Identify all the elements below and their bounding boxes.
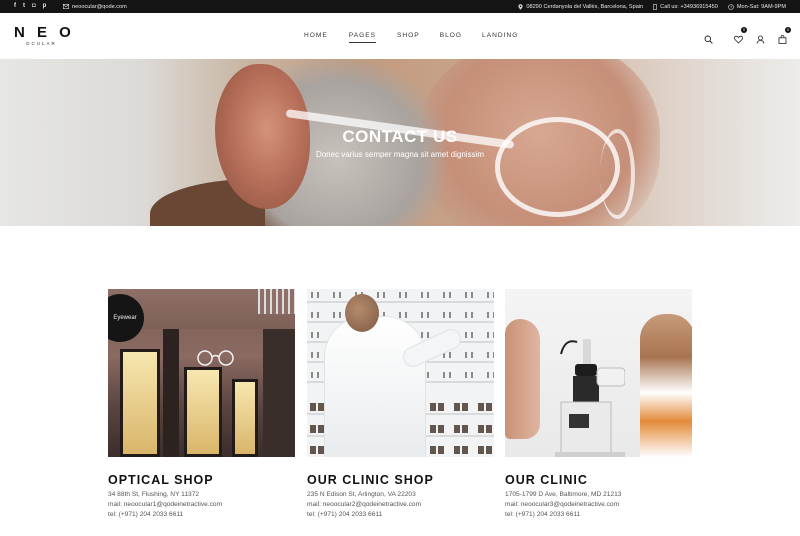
topbar-phone-text: Call us: +34936915450 (660, 3, 718, 10)
optical-shop-image: Eyewear (108, 289, 295, 457)
site-header: N E O OCULAR HOME PAGES SHOP BLOG LANDIN… (0, 13, 800, 59)
page-title: CONTACT US (342, 127, 458, 146)
cart-count-badge: 0 (785, 27, 791, 33)
location-tel[interactable]: tel: (+971) 204 2033 6611 (307, 510, 494, 520)
top-bar: f t ◘ p neoocular@qode.com 08290 Cerdany… (0, 0, 800, 13)
search-icon (704, 35, 713, 44)
main-nav: HOME PAGES SHOP BLOG LANDING (304, 32, 518, 43)
optician-figure (325, 317, 425, 457)
logo-subtext: OCULAR (26, 41, 57, 46)
logo[interactable]: N E O OCULAR (14, 25, 75, 46)
location-tel[interactable]: tel: (+971) 204 2033 6611 (108, 510, 295, 520)
topbar-hours-text: Mon-Sat: 9AM-9PM (736, 3, 786, 10)
shopping-bag-icon (778, 35, 787, 44)
mail-icon (63, 4, 69, 9)
logo-text: N E O (14, 24, 75, 41)
shop-pillar (263, 329, 295, 457)
patient-figure (505, 319, 540, 439)
shop-window (120, 349, 160, 457)
header-icons: 0 0 (704, 27, 791, 44)
nav-shop[interactable]: SHOP (397, 32, 420, 39)
clinic-image (505, 289, 692, 457)
topbar-hours: Mon-Sat: 9AM-9PM (728, 4, 786, 10)
facebook-icon[interactable]: f (14, 0, 16, 13)
eye-exam-machine (555, 339, 625, 457)
location-mail[interactable]: mail: neoocular3@qodeinetractive.com (505, 500, 692, 510)
shop-balcony (258, 289, 295, 314)
optician-head (345, 294, 379, 332)
location-mail[interactable]: mail: neoocular2@qodeinetractive.com (307, 500, 494, 510)
nav-pages[interactable]: PAGES (348, 32, 377, 43)
twitter-icon[interactable]: t (23, 0, 25, 13)
phone-icon (653, 3, 658, 10)
topbar-email-text: neoocular@qode.com (72, 3, 127, 10)
shelf (307, 301, 494, 303)
instagram-icon[interactable]: ◘ (32, 0, 36, 13)
clinic-shop-image (307, 289, 494, 457)
account-button[interactable] (756, 31, 765, 44)
cart-button[interactable]: 0 (778, 27, 791, 44)
topbar-address: 08290 Cerdanyola del Vallès, Barcelona, … (518, 4, 643, 10)
page-subtitle: Donec varius semper magna sit amet digni… (315, 150, 485, 159)
wishlist-count-badge: 0 (741, 27, 747, 33)
wishlist-button[interactable]: 0 (734, 27, 747, 44)
location-card-clinic-shop: OUR CLINIC SHOP 235 N Edison St, Arlingt… (307, 289, 494, 520)
clock-icon (728, 3, 734, 10)
shop-pillar (163, 329, 179, 457)
location-name: OUR CLINIC SHOP (307, 473, 434, 487)
glasses-row (307, 292, 494, 298)
nav-blog[interactable]: BLOG (440, 32, 462, 39)
user-icon (756, 35, 765, 44)
location-mail[interactable]: mail: neoocular1@qodeinetractive.com (108, 500, 295, 510)
shop-window (184, 367, 222, 457)
search-button[interactable] (704, 31, 713, 44)
social-links: f t ◘ p (14, 0, 46, 13)
heart-icon (734, 35, 743, 44)
location-card-clinic: OUR CLINIC 1705-1799 D Ave, Baltimore, M… (505, 289, 692, 520)
topbar-address-text: 08290 Cerdanyola del Vallès, Barcelona, … (526, 3, 644, 10)
glasses-sign-icon (197, 350, 234, 366)
nav-landing[interactable]: LANDING (482, 32, 518, 39)
topbar-info: 08290 Cerdanyola del Vallès, Barcelona, … (518, 0, 786, 13)
page-hero: CONTACT US Donec varius semper magna sit… (0, 59, 800, 226)
pinterest-icon[interactable]: p (43, 0, 47, 13)
location-pin-icon (518, 3, 523, 10)
glasses-row (307, 312, 494, 318)
location-address: 1705-1799 D Ave, Baltimore, MD 21213 (505, 491, 622, 498)
location-name: OPTICAL SHOP (108, 473, 214, 487)
location-tel[interactable]: tel: (+971) 204 2033 6611 (505, 510, 692, 520)
topbar-email[interactable]: neoocular@qode.com (63, 0, 127, 13)
doctor-figure (640, 314, 692, 457)
shop-window (232, 379, 258, 457)
location-address: 235 N Edison St, Arlington, VA 22203 (307, 491, 416, 498)
location-address: 34 88th St, Flushing, NY 11372 (108, 491, 200, 498)
nav-home[interactable]: HOME (304, 32, 328, 39)
location-name: OUR CLINIC (505, 473, 588, 487)
topbar-phone[interactable]: Call us: +34936915450 (653, 4, 718, 10)
location-card-optical-shop: Eyewear OPTICAL SHOP 34 88th St, Flushin… (108, 289, 295, 520)
